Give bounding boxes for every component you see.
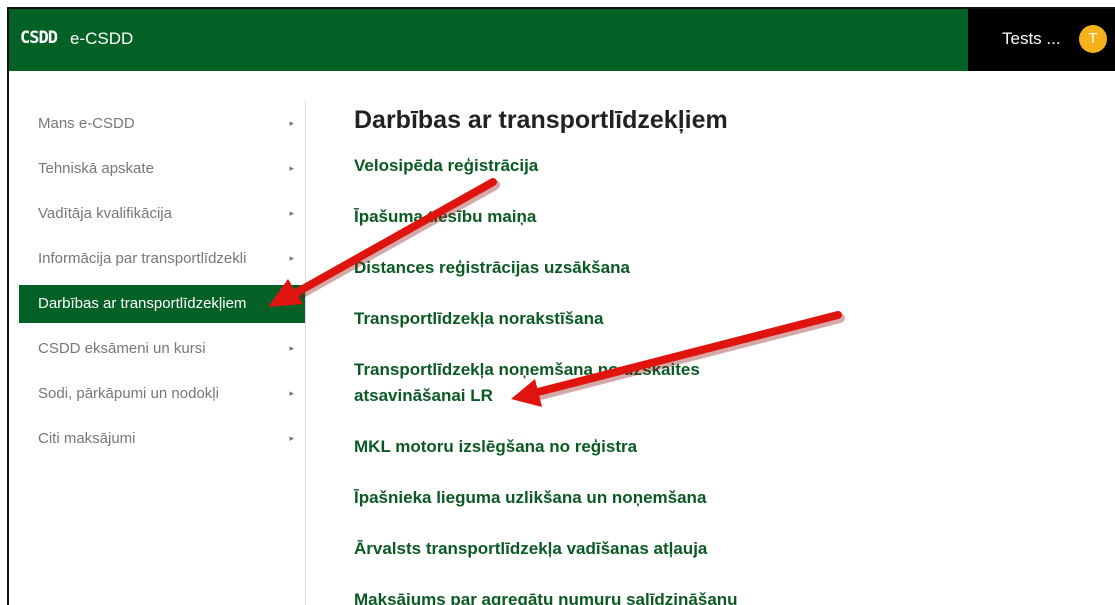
sidebar-item-label: Sodi, pārkāpumi un nodokļi	[38, 385, 219, 402]
sidebar-item-label: Citi maksājumi	[38, 430, 136, 447]
sidebar-item-darbibas[interactable]: Darbības ar transportlīdzekļiem	[19, 285, 306, 323]
action-link-mkl-motoru-izslegsana[interactable]: MKL motoru izslēgšana no reģistra	[354, 434, 1094, 460]
sidebar-item-vaditaja-kvalifikacija[interactable]: Vadītāja kvalifikācija ▸	[19, 191, 306, 236]
user-avatar[interactable]: T	[1079, 25, 1107, 53]
main-content: Darbības ar transportlīdzekļiem Velosipē…	[354, 101, 1094, 605]
chevron-right-icon: ▸	[289, 343, 294, 353]
chevron-right-icon: ▸	[289, 433, 294, 443]
sidebar-item-eksameni[interactable]: CSDD eksāmeni un kursi ▸	[19, 326, 306, 371]
action-link-agregatu-numuri[interactable]: Maksājums par agregātu numuru salīdzināš…	[354, 587, 1094, 605]
page-title: Darbības ar transportlīdzekļiem	[354, 106, 728, 134]
chevron-right-icon: ▸	[289, 118, 294, 128]
sidebar-item-tehniska-apskate[interactable]: Tehniskā apskate ▸	[19, 146, 306, 191]
sidebar-item-sodi[interactable]: Sodi, pārkāpumi un nodokļi ▸	[19, 371, 306, 416]
sidebar-item-informacija[interactable]: Informācija par transportlīdzekli ▸	[19, 236, 306, 281]
sidebar-item-label: Vadītāja kvalifikācija	[38, 205, 172, 222]
sidebar-item-label: Informācija par transportlīdzekli	[38, 250, 247, 267]
sidebar-item-mans-e-csdd[interactable]: Mans e-CSDD ▸	[19, 101, 306, 146]
csdd-logo[interactable]: CSDD	[20, 28, 58, 48]
sidebar-item-label: Darbības ar transportlīdzekļiem	[38, 295, 247, 312]
action-link-ipasnieka-liegums[interactable]: Īpašnieka lieguma uzlikšana un noņemšana	[354, 485, 1094, 511]
chevron-right-icon: ▸	[289, 163, 294, 173]
sidebar-item-citi-maksajumi[interactable]: Citi maksājumi ▸	[19, 416, 306, 461]
action-link-nonemsana-no-uzskaites[interactable]: Transportlīdzekļa noņemšana no uzskaites…	[354, 357, 714, 409]
sidebar-item-label: Tehniskā apskate	[38, 160, 154, 177]
sidebar-item-label: Mans e-CSDD	[38, 115, 135, 132]
action-link-norakstisana[interactable]: Transportlīdzekļa norakstīšana	[354, 306, 1094, 332]
sidebar: Mans e-CSDD ▸ Tehniskā apskate ▸ Vadītāja …	[19, 101, 306, 461]
action-list: Velosipēda reģistrācija Īpašuma tiesību …	[354, 153, 1094, 605]
brand-name[interactable]: e-CSDD	[70, 29, 133, 49]
user-menu[interactable]: Tests ... T	[968, 9, 1115, 71]
chevron-right-icon: ▸	[289, 208, 294, 218]
chevron-right-icon: ▸	[289, 253, 294, 263]
sidebar-item-label: CSDD eksāmeni un kursi	[38, 340, 206, 357]
action-link-ipasuma-tiesibu-maina[interactable]: Īpašuma tiesību maiņa	[354, 204, 1094, 230]
top-navbar: CSDD e-CSDD Tests ... T	[9, 9, 1115, 71]
chevron-right-icon: ▸	[289, 388, 294, 398]
action-link-velosipeda-registracija[interactable]: Velosipēda reģistrācija	[354, 153, 1094, 179]
app-window: CSDD e-CSDD Tests ... T Mans e-CSDD ▸ Teh…	[7, 7, 1115, 605]
action-link-arvalsts-vadisanas-atlauja[interactable]: Ārvalsts transportlīdzekļa vadīšanas atļ…	[354, 536, 1094, 562]
sidebar-divider	[305, 101, 306, 605]
action-link-distances-registracija[interactable]: Distances reģistrācijas uzsākšana	[354, 255, 1094, 281]
user-name[interactable]: Tests ...	[1002, 29, 1061, 49]
